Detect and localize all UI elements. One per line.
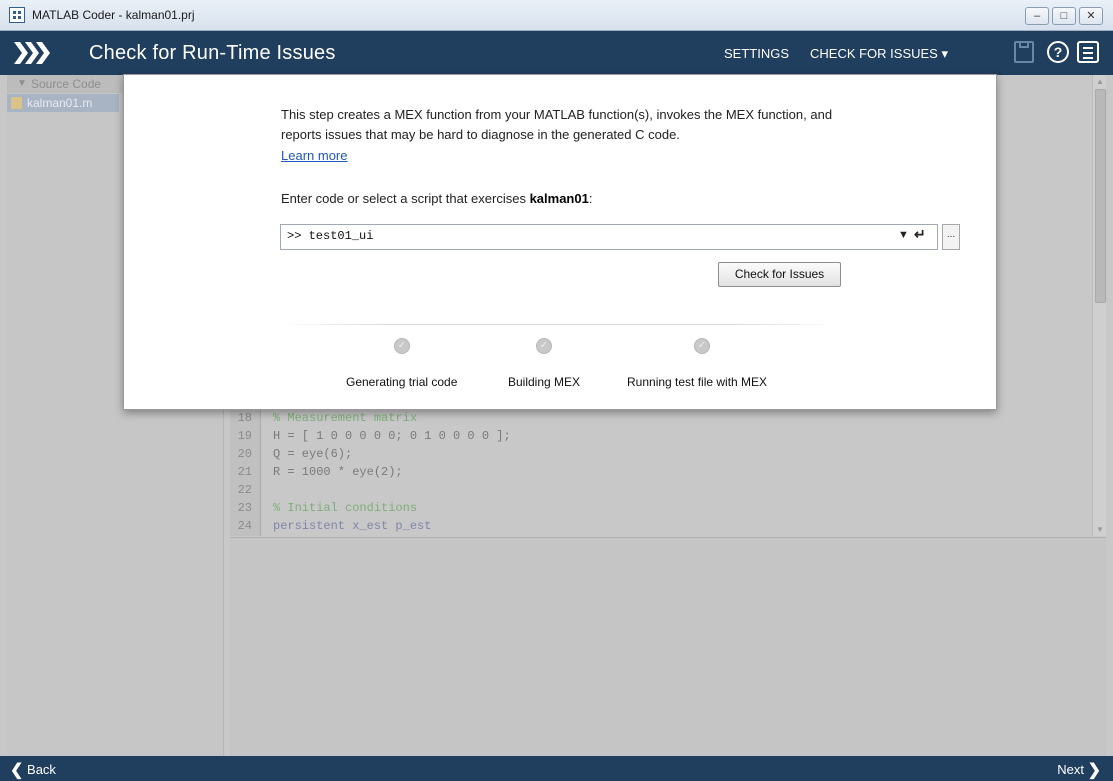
code-line: 18 % Measurement matrix [230,409,1090,427]
line-number: 21 [237,465,252,479]
line-number: 22 [237,483,252,497]
check-for-issues-button[interactable]: Check for Issues [718,262,841,287]
minimize-button[interactable]: – [1025,7,1049,25]
code-line: 19 H = [ 1 0 0 0 0 0; 0 1 0 0 0 0 ]; [230,427,1090,445]
progress-divider [282,324,838,325]
learn-more-link[interactable]: Learn more [281,148,347,163]
scrollbar-thumb[interactable] [1095,89,1106,303]
window-title: MATLAB Coder - kalman01.prj [32,8,195,22]
scroll-down-arrow-icon[interactable]: ▼ [1096,525,1104,534]
check-for-issues-menu[interactable]: CHECK FOR ISSUES ▾ [810,46,948,62]
code-text: % Initial conditions [273,501,418,515]
test-script-value[interactable]: >> test01_ui [287,229,373,243]
line-number: 20 [237,447,252,461]
code-line: 21 R = 1000 * eye(2); [230,463,1090,481]
step-status-icon: ✓ [694,338,710,354]
step-label-running-test: Running test file with MEX [627,375,768,389]
next-label: Next [1057,762,1084,777]
footer-bar: ❮ Back Next ❯ [0,756,1113,781]
code-line: 20 Q = eye(6); [230,445,1090,463]
next-button[interactable]: Next ❯ [1057,760,1101,780]
restore-button[interactable]: □ [1052,7,1076,25]
workflow-chevrons-icon[interactable] [12,40,54,66]
line-number: 18 [237,411,252,425]
close-button[interactable]: ✕ [1079,7,1103,25]
back-button[interactable]: ❮ Back [10,760,56,780]
line-number: 19 [237,429,252,443]
help-icon[interactable]: ? [1047,41,1069,63]
code-text: % Measurement matrix [273,411,418,425]
code-text: persistent x_est p_est [273,519,432,533]
output-panel [230,537,1106,757]
save-icon[interactable] [1014,41,1034,63]
step-description: This step creates a MEX function from yo… [281,107,833,142]
settings-menu[interactable]: SETTINGS [724,46,789,61]
prompt-suffix: : [588,191,593,206]
check-for-issues-dialog: This step creates a MEX function from yo… [123,74,997,410]
prompt-prefix: Enter code or select a script that exerc… [281,191,530,206]
line-number: 23 [237,501,252,515]
code-line: 22 [230,481,1090,499]
code-text: Q = eye(6); [273,447,353,461]
window-controls: – □ ✕ [1025,7,1103,25]
test-script-input[interactable]: >> test01_ui ▼ ↵ [280,224,938,250]
scroll-up-arrow-icon[interactable]: ▲ [1096,77,1104,86]
code-text: R = 1000 * eye(2); [273,465,403,479]
editor-scrollbar[interactable]: ▲ ▼ [1092,75,1106,536]
source-file-name: kalman01.m [27,96,93,110]
enter-icon[interactable]: ↵ [914,226,926,243]
code-line: 24 persistent x_est p_est [230,517,1090,535]
page-title: Check for Run-Time Issues [89,42,336,64]
code-line: 23 % Initial conditions [230,499,1090,517]
source-code-label: Source Code [31,77,102,91]
browse-button[interactable]: ... [942,224,960,250]
line-number: 24 [237,519,252,533]
matlab-coder-icon [9,7,25,23]
step-status-icon: ✓ [536,338,552,354]
code-text: H = [ 1 0 0 0 0 0; 0 1 0 0 0 0 ]; [273,429,511,443]
dropdown-arrow-icon[interactable]: ▼ [898,229,909,241]
back-label: Back [27,762,56,777]
collapse-triangle-icon: ▼ [17,78,27,89]
menu-icon[interactable] [1077,41,1099,63]
app-header: Check for Run-Time Issues SETTINGS CHECK… [0,31,1113,75]
test-script-prompt: Enter code or select a script that exerc… [281,191,592,206]
step-status-icon: ✓ [394,338,410,354]
source-file-item[interactable]: kalman01.m [7,94,119,112]
chevron-left-icon: ❮ [10,762,24,779]
step-label-trial-code: Generating trial code [346,375,458,389]
chevron-right-icon: ❯ [1087,762,1101,779]
step-label-building-mex: Building MEX [508,375,581,389]
window-title-bar: MATLAB Coder - kalman01.prj – □ ✕ [0,0,1113,31]
matlab-file-icon [11,97,22,109]
function-name: kalman01 [529,191,589,206]
